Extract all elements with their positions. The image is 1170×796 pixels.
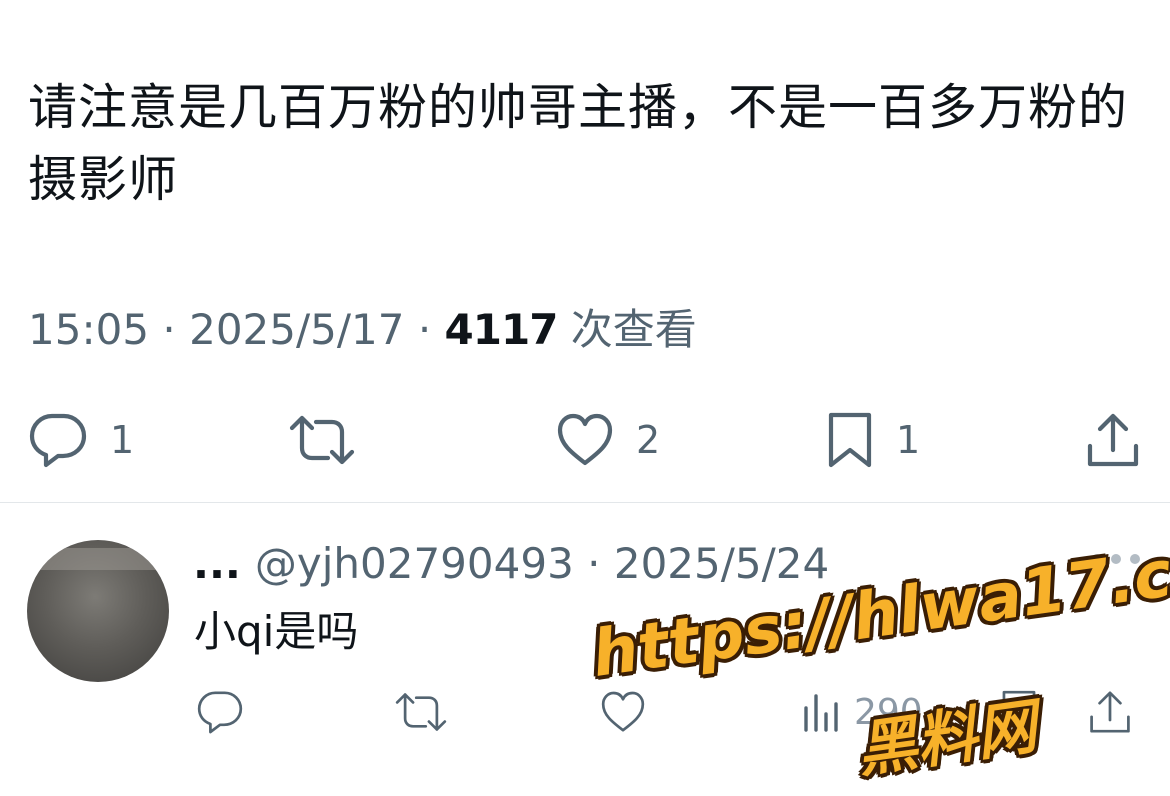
tweet-date[interactable]: 2025/5/17 — [189, 305, 404, 354]
bookmark-icon — [1002, 690, 1036, 734]
meta-separator: · — [404, 305, 445, 354]
share-button[interactable] — [1086, 400, 1140, 480]
bookmark-icon — [828, 412, 872, 468]
bookmark-count: 1 — [896, 418, 921, 462]
heart-icon — [601, 691, 645, 732]
like-button[interactable]: 2 — [556, 400, 660, 480]
reply-action-bar: 290 — [0, 682, 1170, 742]
avatar[interactable] — [27, 540, 169, 682]
reply-icon — [29, 413, 87, 468]
heart-icon — [557, 413, 613, 466]
reply-button[interactable]: 1 — [28, 400, 134, 480]
views-label: 次查看 — [557, 305, 697, 354]
views-count[interactable]: 4117 — [445, 305, 559, 354]
reply-reply-button[interactable] — [196, 682, 244, 742]
retweet-icon — [289, 415, 355, 465]
reply-header: ... @yjh02790493 · 2025/5/24 — [193, 536, 829, 592]
retweet-button[interactable] — [288, 400, 378, 480]
retweet-icon — [395, 693, 447, 731]
divider — [0, 502, 1170, 503]
share-icon — [1087, 413, 1139, 467]
reply-handle[interactable]: @yjh02790493 — [255, 539, 574, 588]
reply-count: 1 — [110, 418, 135, 462]
reply-views-button[interactable]: 290 — [800, 682, 923, 742]
more-options-icon[interactable] — [1092, 546, 1140, 572]
tweet-time[interactable]: 15:05 — [28, 305, 149, 354]
reply-share-button[interactable] — [1088, 682, 1132, 742]
like-count: 2 — [636, 418, 661, 462]
reply-text: 小qi是吗 — [194, 607, 359, 656]
views-icon — [804, 694, 838, 732]
tweet-action-bar: 1 2 1 — [0, 400, 1170, 480]
reply-views-count: 290 — [854, 691, 923, 733]
reply-date[interactable]: 2025/5/24 — [614, 539, 829, 588]
reply-retweet-button[interactable] — [394, 682, 448, 742]
reply-bookmark-button[interactable] — [1000, 682, 1038, 742]
meta-separator: · — [573, 539, 614, 588]
bookmark-button[interactable]: 1 — [826, 400, 920, 480]
reply-display-name[interactable]: ... — [193, 539, 241, 588]
tweet-meta: 15:05 · 2025/5/17 · 4117 次查看 — [28, 302, 697, 358]
tweet-text: 请注意是几百万粉的帅哥主播，不是一百多万粉的摄影师 — [28, 79, 1129, 208]
meta-separator: · — [149, 305, 190, 354]
reply-icon — [197, 691, 243, 734]
reply-like-button[interactable] — [600, 682, 646, 742]
share-icon — [1090, 691, 1130, 733]
